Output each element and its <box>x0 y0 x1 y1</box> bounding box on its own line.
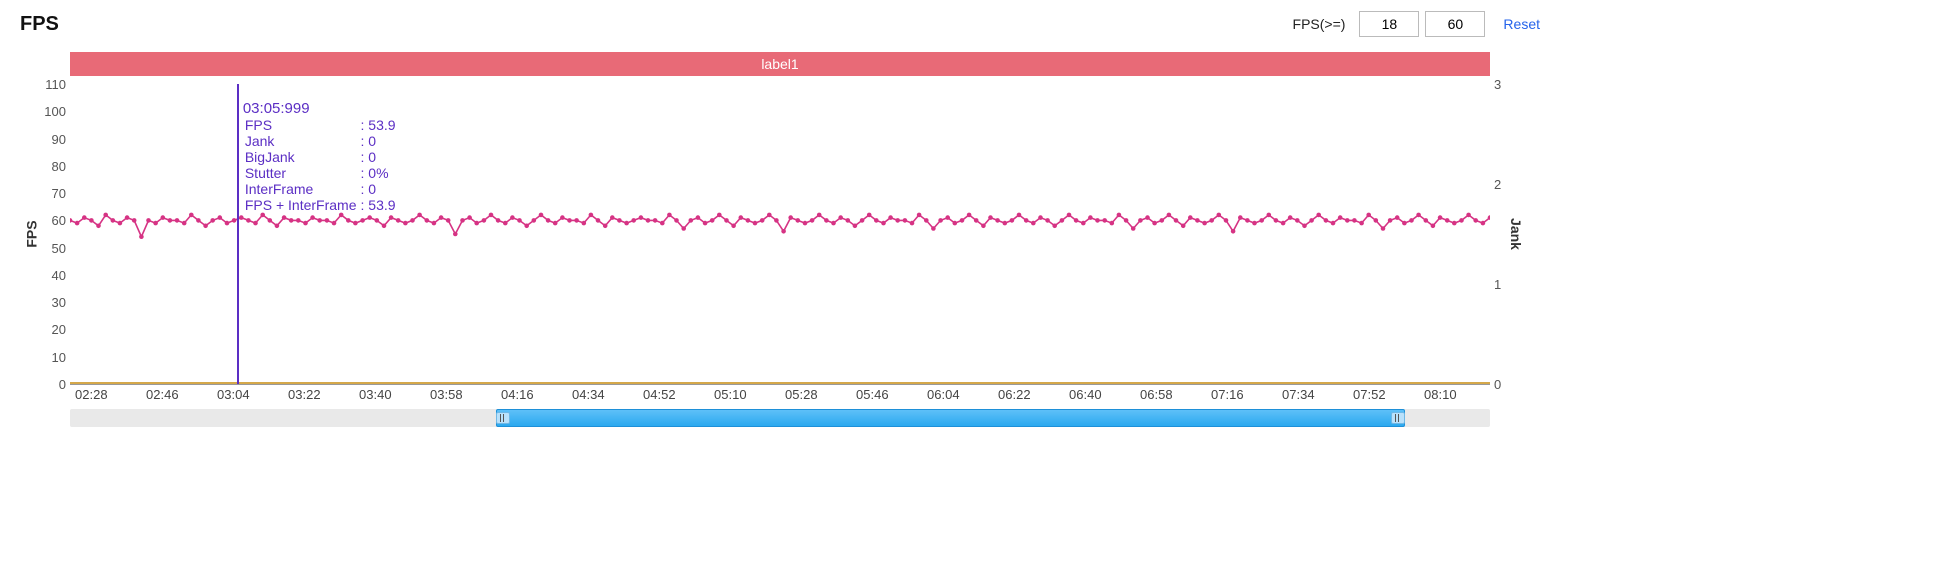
tooltip-key: Stutter <box>243 165 359 181</box>
x-tick: 05:28 <box>785 387 818 402</box>
x-tick: 02:46 <box>146 387 179 402</box>
chart-plot[interactable]: FPS Jank 03:05:999 FPS: 53.9Jank: 0BigJa… <box>70 84 1490 385</box>
x-tick: 04:16 <box>501 387 534 402</box>
chart-title: FPS <box>20 13 59 36</box>
scroll-handle-left[interactable] <box>496 412 510 424</box>
y-left-tick: 100 <box>36 104 66 119</box>
x-tick: 06:04 <box>927 387 960 402</box>
x-tick: 07:34 <box>1282 387 1315 402</box>
legend-label: label1 <box>761 56 798 72</box>
y-left-tick: 90 <box>36 132 66 147</box>
y-left-tick: 10 <box>36 350 66 365</box>
x-tick: 06:22 <box>998 387 1031 402</box>
x-tick: 02:28 <box>75 387 108 402</box>
x-tick: 03:40 <box>359 387 392 402</box>
x-tick: 03:22 <box>288 387 321 402</box>
y-right-tick: 3 <box>1494 77 1508 92</box>
y-left-tick: 20 <box>36 322 66 337</box>
chart-header: FPS FPS(>=) Reset <box>20 10 1540 38</box>
y-left-tick: 0 <box>36 377 66 392</box>
tooltip-time: 03:05:999 <box>243 100 398 117</box>
y-left-tick: 50 <box>36 241 66 256</box>
x-tick: 06:40 <box>1069 387 1102 402</box>
scroll-handle-right[interactable] <box>1391 412 1405 424</box>
tooltip-key: BigJank <box>243 149 359 165</box>
x-tick: 04:52 <box>643 387 676 402</box>
y-left-tick: 60 <box>36 213 66 228</box>
x-tick: 08:10 <box>1424 387 1457 402</box>
tooltip-key: Jank <box>243 133 359 149</box>
x-tick: 06:58 <box>1140 387 1173 402</box>
x-tick: 05:46 <box>856 387 889 402</box>
reset-link[interactable]: Reset <box>1503 16 1540 32</box>
y-left-tick: 40 <box>36 268 66 283</box>
scroll-thumb[interactable] <box>496 409 1405 427</box>
y-left-tick: 80 <box>36 159 66 174</box>
time-scrollbar[interactable] <box>70 409 1490 427</box>
x-tick: 04:34 <box>572 387 605 402</box>
tooltip-key: FPS <box>243 117 359 133</box>
x-tick: 05:10 <box>714 387 747 402</box>
fps-filter-label: FPS(>=) <box>1293 16 1346 32</box>
x-tick: 03:58 <box>430 387 463 402</box>
y-left-tick: 70 <box>36 186 66 201</box>
x-tick: 07:52 <box>1353 387 1386 402</box>
tooltip-key: InterFrame <box>243 181 359 197</box>
y-right-tick: 0 <box>1494 377 1508 392</box>
legend-bar[interactable]: label1 <box>70 52 1490 76</box>
y-right-title: Jank <box>1508 218 1524 250</box>
y-right-tick: 2 <box>1494 177 1508 192</box>
fps-min-input[interactable] <box>1359 11 1419 37</box>
x-tick: 07:16 <box>1211 387 1244 402</box>
y-left-tick: 30 <box>36 295 66 310</box>
y-right-tick: 1 <box>1494 277 1508 292</box>
x-tick: 03:04 <box>217 387 250 402</box>
tooltip-key: FPS + InterFrame <box>243 197 359 213</box>
fps-max-input[interactable] <box>1425 11 1485 37</box>
x-axis-ticks: 02:28 02:46 03:04 03:22 03:40 03:58 04:16 04:34… <box>70 385 1490 405</box>
hover-tooltip: 03:05:999 FPS: 53.9Jank: 0BigJank: 0Stut… <box>243 100 398 213</box>
時間-cursor[interactable] <box>237 84 239 384</box>
y-left-tick: 110 <box>36 77 66 92</box>
